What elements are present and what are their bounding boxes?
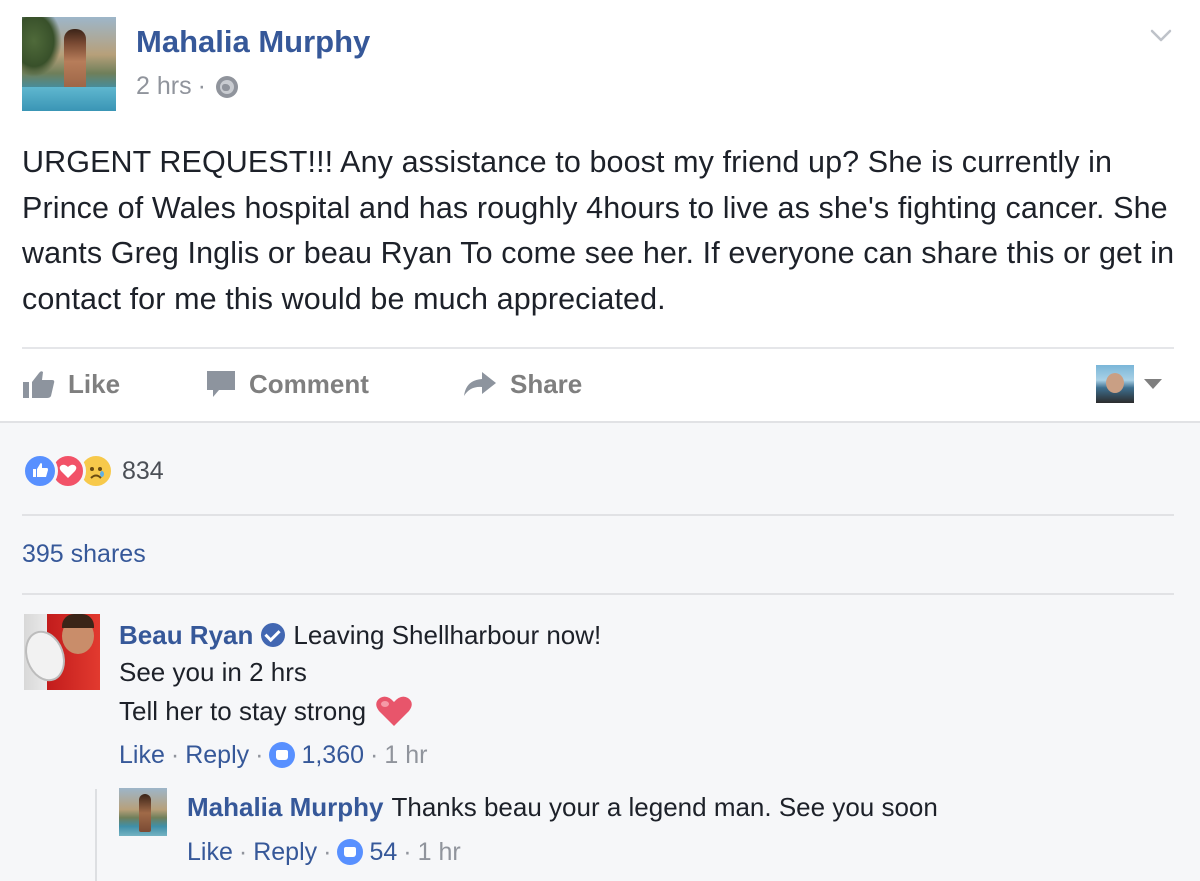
separator-dot: ·	[255, 740, 264, 769]
comment-author-name[interactable]: Beau Ryan	[119, 620, 253, 651]
post-author-name[interactable]: Mahalia Murphy	[136, 24, 370, 60]
reply-author-name[interactable]: Mahalia Murphy	[187, 792, 383, 823]
avatar-hair	[62, 614, 94, 628]
like-label: Like	[68, 368, 121, 399]
share-label: Share	[510, 368, 583, 399]
reply-like-link[interactable]: Like	[187, 838, 233, 867]
comments-section: 834 395 shares Beau Ryan Leaving Shellha…	[0, 421, 1200, 881]
reply-thread-line	[95, 789, 97, 881]
comment-first-line: Beau Ryan Leaving Shellharbour now!	[119, 617, 601, 653]
globe-icon[interactable]	[215, 75, 238, 98]
reply-reply-link[interactable]: Reply	[253, 838, 317, 867]
separator-dot: ·	[370, 740, 379, 769]
like-button[interactable]: Like	[22, 360, 120, 408]
verified-badge-icon	[261, 623, 286, 647]
comment-text-line: See you in 2 hrs	[119, 656, 307, 687]
comment-label: Comment	[249, 368, 369, 399]
comment-reply-link[interactable]: Reply	[185, 741, 249, 770]
comment-like-count[interactable]: 1,360	[301, 741, 364, 770]
share-arrow-icon	[464, 372, 496, 396]
post-meta: 2 hrs ·	[136, 72, 238, 101]
like-bubble-icon	[269, 742, 296, 768]
avatar-pool	[22, 87, 116, 111]
share-button[interactable]: Share	[462, 360, 582, 408]
comment-bubble-icon	[207, 371, 235, 397]
comment-timestamp[interactable]: 1 hr	[384, 741, 427, 770]
reply-line: Mahalia Murphy Thanks beau your a legend…	[187, 789, 938, 825]
divider	[22, 593, 1174, 595]
author-avatar[interactable]	[22, 17, 116, 111]
avatar-tree	[22, 17, 62, 77]
reply-text: Thanks beau your a legend man. See you s…	[391, 791, 938, 822]
comment-like-link[interactable]: Like	[119, 741, 165, 770]
post-body: URGENT REQUEST!!! Any assistance to boos…	[22, 145, 1175, 316]
meta-separator: ·	[197, 72, 206, 100]
comment-text-line: Leaving Shellharbour now!	[293, 619, 602, 650]
post-action-bar: Like Comment Share	[22, 360, 1182, 408]
viewer-avatar	[1096, 365, 1134, 403]
commenter-avatar[interactable]	[24, 614, 100, 690]
comment-button[interactable]: Comment	[205, 360, 369, 408]
separator-dot: ·	[403, 837, 412, 866]
reaction-count[interactable]: 834	[122, 457, 164, 486]
like-reaction-icon	[22, 453, 58, 489]
comment-third-line: Tell her to stay strong	[119, 691, 414, 731]
divider	[22, 514, 1174, 516]
comment-text-line: Tell her to stay strong	[119, 695, 367, 726]
heart-emoji-icon	[376, 696, 412, 726]
shares-count[interactable]: 395 shares	[22, 540, 146, 569]
divider	[22, 347, 1174, 349]
post-timestamp[interactable]: 2 hrs	[136, 72, 192, 101]
separator-dot: ·	[238, 837, 248, 866]
avatar-person	[139, 794, 151, 832]
like-bubble-icon	[337, 839, 364, 865]
reply-author-avatar[interactable]	[119, 788, 167, 836]
reply-like-count[interactable]: 54	[369, 838, 397, 867]
caret-down-icon	[1144, 379, 1162, 389]
comment-second-line: See you in 2 hrs	[119, 654, 307, 690]
thumbs-up-icon	[23, 371, 55, 398]
comment-as-selector[interactable]	[1096, 360, 1162, 408]
chevron-down-icon[interactable]	[1148, 22, 1174, 48]
facebook-post: Mahalia Murphy 2 hrs · URGENT REQUEST!!!…	[0, 0, 1200, 881]
comment-actions: Like · Reply · 1,360 · 1 hr	[119, 737, 427, 773]
separator-dot: ·	[170, 740, 180, 769]
separator-dot: ·	[323, 837, 332, 866]
reactions-summary[interactable]: 834	[22, 451, 164, 491]
reply-timestamp[interactable]: 1 hr	[418, 838, 461, 867]
reply-actions: Like · Reply · 54 · 1 hr	[187, 834, 461, 870]
